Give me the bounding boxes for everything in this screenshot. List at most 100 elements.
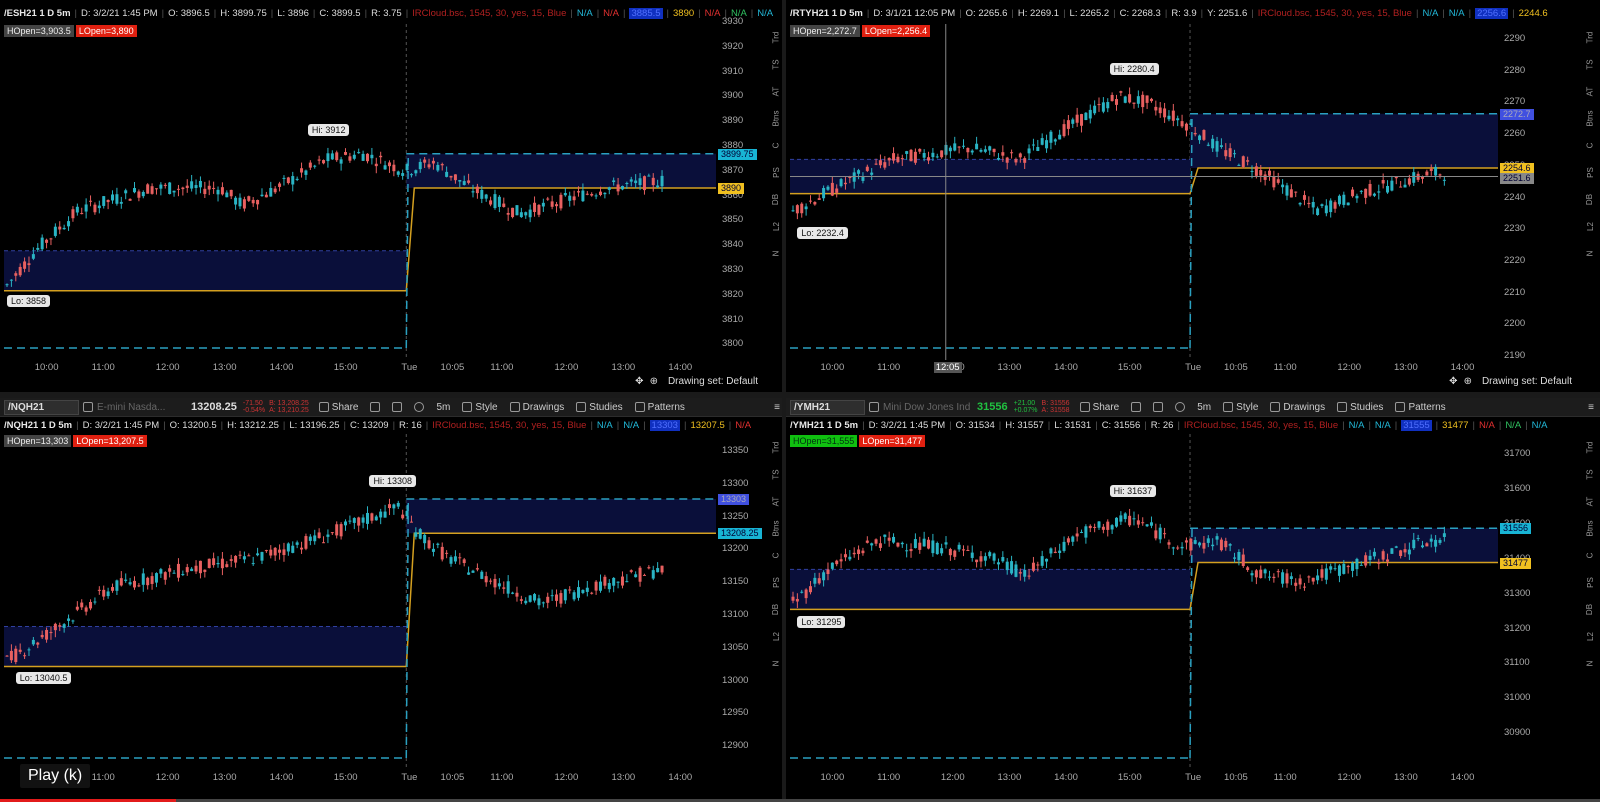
studies-button[interactable]: Studies — [576, 402, 623, 413]
drawing-set-label[interactable]: Drawing set: Default — [1482, 376, 1572, 387]
symbol-label[interactable]: /YMH21 1 D 5m — [790, 420, 858, 431]
side-tab-ts[interactable]: TS — [1585, 469, 1594, 479]
candle-body — [352, 154, 356, 159]
side-tab-n[interactable]: N — [1586, 251, 1595, 257]
side-tab-btns[interactable]: Btns — [771, 110, 780, 126]
side-tab-n[interactable]: N — [1586, 661, 1595, 667]
patterns-button[interactable]: Patterns — [1395, 402, 1446, 413]
side-tab-ts[interactable]: TS — [771, 59, 780, 69]
side-tab-trd[interactable]: Trd — [771, 32, 780, 44]
side-tab-ps[interactable]: PS — [771, 577, 780, 588]
share-button[interactable]: Share — [1079, 402, 1119, 413]
drawing-set-label[interactable]: Drawing set: Default — [668, 376, 758, 387]
side-tab-at[interactable]: AT — [1585, 87, 1594, 97]
flask-button[interactable] — [392, 402, 403, 412]
side-tab-c[interactable]: C — [772, 143, 781, 149]
side-tab-at[interactable]: AT — [1585, 497, 1594, 507]
time-axis[interactable]: 10:0011:0012:0013:0014:0015:00Tue10:0511… — [4, 770, 716, 784]
pan-icon[interactable]: ✥ — [635, 376, 643, 387]
symbol-label[interactable]: /RTYH21 1 D 5m — [790, 8, 863, 19]
panel-divider-horizontal[interactable] — [0, 392, 1600, 398]
close-readout: C: 2268.3 — [1119, 7, 1161, 19]
side-tab-l2[interactable]: L2 — [772, 632, 781, 641]
side-tab-db[interactable]: DB — [772, 194, 781, 205]
flask-button[interactable] — [1153, 402, 1164, 412]
side-tab-at[interactable]: AT — [771, 497, 780, 507]
zoom-icon[interactable]: ⊕ — [650, 376, 658, 387]
patterns-button[interactable]: Patterns — [634, 402, 685, 413]
side-tab-n[interactable]: N — [772, 661, 781, 667]
candle-body — [1141, 522, 1145, 524]
side-tab-trd[interactable]: Trd — [1585, 442, 1594, 454]
time-axis[interactable]: 10:0011:0012:0013:0014:0015:00Tue10:0511… — [4, 360, 716, 374]
time-axis[interactable]: 10:0011:0012:0013:0014:0015:00Tue10:0511… — [790, 360, 1498, 374]
symbol-selector[interactable]: /YMH21 — [790, 399, 865, 415]
side-tab-trd[interactable]: Trd — [1585, 32, 1594, 44]
candle-body — [497, 196, 501, 207]
side-tab-btns[interactable]: Btns — [1585, 520, 1594, 536]
symbol-label[interactable]: /NQH21 1 D 5m — [4, 420, 72, 431]
price-axis[interactable]: 13350 13300 13250 13200 13150 13100 13050 13000… — [718, 434, 756, 770]
candle-body — [852, 552, 856, 555]
price-chart[interactable] — [4, 434, 716, 770]
time-tick: 14:00 — [1450, 362, 1475, 373]
zoom-icon[interactable]: ⊕ — [1464, 376, 1472, 387]
candle-body — [1114, 517, 1118, 527]
side-tab-ps[interactable]: PS — [1585, 577, 1594, 588]
candle-body — [484, 576, 488, 583]
menu-button[interactable]: ≡ — [774, 402, 780, 413]
chart-panel-rty[interactable]: /RTYH21 1 D 5m | D: 3/1/21 12:05 PM | O: 2… — [786, 0, 1600, 394]
pan-icon[interactable]: ✥ — [1449, 376, 1457, 387]
side-tab-btns[interactable]: Btns — [771, 520, 780, 536]
side-tab-trd[interactable]: Trd — [771, 442, 780, 454]
timeframe-button[interactable]: 5m — [1197, 402, 1211, 413]
side-tab-db[interactable]: DB — [1586, 604, 1595, 615]
chart-header: /RTYH21 1 D 5m | D: 3/1/21 12:05 PM | O: 2… — [790, 7, 1548, 19]
side-tab-ts[interactable]: TS — [771, 469, 780, 479]
low-callout: Lo: 31295 — [797, 616, 846, 629]
snapshot-button[interactable] — [370, 402, 381, 412]
side-tab-db[interactable]: DB — [772, 604, 781, 615]
side-tab-c[interactable]: C — [772, 553, 781, 559]
settings-button[interactable] — [1175, 402, 1186, 412]
candle-body — [577, 191, 581, 193]
chart-panel-nq[interactable]: /NQH21 E-mini Nasda... 13208.25 -71.50 -… — [0, 398, 786, 802]
link-icon[interactable] — [869, 402, 879, 412]
settings-button[interactable] — [414, 402, 425, 412]
symbol-selector[interactable]: /NQH21 — [4, 399, 79, 415]
menu-button[interactable]: ≡ — [1588, 402, 1594, 413]
side-tab-c[interactable]: C — [1586, 553, 1595, 559]
chart-panel-es[interactable]: /ESH21 1 D 5m | D: 3/2/21 1:45 PM | O: 389… — [0, 0, 786, 394]
snapshot-button[interactable] — [1131, 402, 1142, 412]
drawings-button[interactable]: Drawings — [509, 402, 564, 413]
time-axis[interactable]: 10:0011:0012:0013:0014:0015:00Tue10:0511… — [790, 770, 1498, 784]
style-button[interactable]: Style — [1223, 402, 1258, 413]
style-button[interactable]: Style — [462, 402, 498, 413]
side-tab-l2[interactable]: L2 — [1586, 222, 1595, 231]
drawings-button[interactable]: Drawings — [1270, 402, 1325, 413]
side-tab-ps[interactable]: PS — [1585, 167, 1594, 178]
symbol-label[interactable]: /ESH21 1 D 5m — [4, 8, 71, 19]
candle-body — [256, 553, 260, 556]
share-button[interactable]: Share — [318, 402, 358, 413]
candle-body — [1355, 195, 1359, 199]
side-tab-n[interactable]: N — [772, 251, 781, 257]
side-tab-btns[interactable]: Btns — [1585, 110, 1594, 126]
side-tab-at[interactable]: AT — [771, 87, 780, 97]
chart-panel-ym[interactable]: /YMH21 Mini Dow Jones Ind... 31556 +21.0… — [786, 398, 1600, 802]
side-tab-ts[interactable]: TS — [1585, 59, 1594, 69]
link-icon[interactable] — [83, 402, 93, 412]
side-tab-c[interactable]: C — [1586, 143, 1595, 149]
price-axis[interactable]: 3170031600315003140031300312003110031000… — [1500, 434, 1538, 770]
side-tab-db[interactable]: DB — [1586, 194, 1595, 205]
side-tab-l2[interactable]: L2 — [1586, 632, 1595, 641]
price-axis[interactable]: 2290228022702260225022402230222022102200… — [1500, 24, 1538, 361]
side-tab-ps[interactable]: PS — [771, 167, 780, 178]
timeframe-button[interactable]: 5m — [436, 402, 450, 413]
panel-divider-vertical[interactable] — [782, 0, 786, 802]
side-tab-l2[interactable]: L2 — [772, 222, 781, 231]
candle-body — [988, 552, 992, 557]
studies-button[interactable]: Studies — [1337, 402, 1383, 413]
price-chart[interactable] — [4, 24, 716, 360]
candle-body — [1211, 544, 1215, 547]
